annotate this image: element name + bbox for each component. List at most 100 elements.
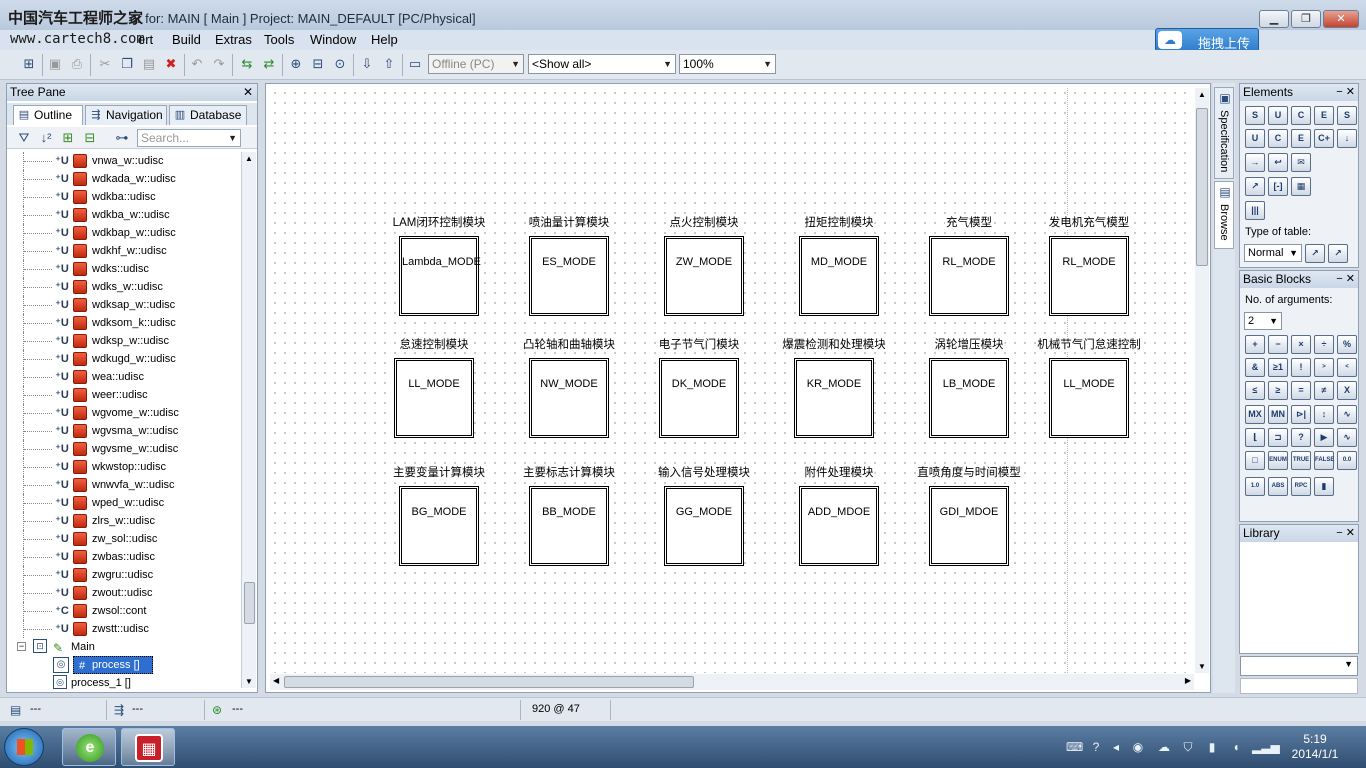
one-block-button[interactable]: 1.0 — [1245, 477, 1265, 496]
binoculars-icon[interactable]: ⊶ — [113, 129, 131, 147]
module-box[interactable]: RL_MODE — [929, 236, 1009, 316]
subtract-block-button[interactable]: − — [1268, 335, 1288, 354]
module-block[interactable]: 喷油量计算模块 ES_MODE — [527, 216, 611, 318]
tree-item[interactable]: ⁺U wdkhf_w::udisc — [7, 242, 241, 260]
menu-help[interactable]: Help — [371, 32, 398, 47]
element-ucont-button[interactable]: C — [1291, 106, 1311, 125]
mux-block-button[interactable]: X — [1337, 381, 1357, 400]
module-box[interactable]: GDI_MDOE — [929, 486, 1009, 566]
tree-search-input[interactable]: Search... ▼ — [137, 129, 241, 147]
abs-block-button[interactable]: ABS — [1268, 477, 1288, 496]
wave-block-button[interactable]: ∿ — [1337, 428, 1357, 447]
filter-icon[interactable]: ⛛ — [15, 129, 33, 147]
element-array-button[interactable]: ▦ — [1291, 177, 1311, 196]
tree-item[interactable]: ⁺U zlrs_w::udisc — [7, 512, 241, 530]
divide-block-button[interactable]: ÷ — [1314, 335, 1334, 354]
element-enum-button[interactable]: S — [1337, 106, 1357, 125]
tree-item[interactable]: ⁺U wdkba_w::udisc — [7, 206, 241, 224]
element-e2-button[interactable]: C+ — [1314, 129, 1334, 148]
zoom-select[interactable]: 100% ▼ — [679, 54, 776, 74]
element-send-button[interactable]: [-] — [1268, 177, 1288, 196]
rpc-block-button[interactable]: RPC — [1291, 477, 1311, 496]
false-block-button[interactable]: FALSE — [1314, 451, 1334, 470]
and-block-button[interactable]: & — [1245, 358, 1265, 377]
experiment-target-select[interactable]: Offline (PC) ▼ — [428, 54, 524, 74]
navigate-back-icon[interactable]: ⇆ — [238, 55, 256, 73]
delay-block-button[interactable]: ⊐ — [1268, 428, 1288, 447]
collapse-all-icon[interactable]: ⊟ — [81, 129, 99, 147]
tree-item[interactable]: ⁺U zw_sol::udisc — [7, 530, 241, 548]
enum-block-button[interactable]: ENUM — [1268, 451, 1288, 470]
undo-icon[interactable]: ↶ — [188, 55, 206, 73]
tree-scroll-thumb[interactable] — [244, 582, 255, 624]
tree-item[interactable]: ⁺U wgvome_w::udisc — [7, 404, 241, 422]
module-block[interactable]: 主要标志计算模块 BB_MODE — [522, 466, 616, 568]
tree-item[interactable]: ⁺U wdks::udisc — [7, 260, 241, 278]
system-clock[interactable]: 5:19 2014/1/1 — [1280, 732, 1350, 762]
element-receive-button[interactable]: ↗ — [1245, 177, 1265, 196]
less-block-button[interactable]: < — [1337, 358, 1357, 377]
module-box[interactable]: BB_MODE — [529, 486, 609, 566]
module-box[interactable]: LL_MODE — [394, 358, 474, 438]
element-sdisc-button[interactable]: S — [1245, 106, 1265, 125]
element-out-button[interactable]: ↩ — [1268, 153, 1288, 172]
true-block-button[interactable]: TRUE — [1291, 451, 1311, 470]
hierarchy-icon[interactable]: ⊟ — [309, 55, 327, 73]
canvas-vscroll-thumb[interactable] — [1196, 108, 1208, 266]
module-block[interactable]: LAM闭环控制模块 Lambda_MODE — [391, 216, 487, 318]
block-block-button[interactable]: □ — [1245, 451, 1265, 470]
library-select[interactable]: ▼ — [1240, 656, 1358, 676]
module-box[interactable]: LL_MODE — [1049, 358, 1129, 438]
tree-item[interactable]: ⁺U zwbas::udisc — [7, 548, 241, 566]
tree-item[interactable]: ⁺C zwsol::cont — [7, 602, 241, 620]
table-chart-button[interactable]: ↗ — [1305, 244, 1325, 263]
shield-icon[interactable]: ⛉ — [1180, 739, 1196, 755]
module-block[interactable]: 发电机充气模型 RL_MODE — [1047, 216, 1131, 318]
device-icon[interactable]: ▮ — [1204, 739, 1220, 755]
tree-item[interactable]: ⁺U vnwa_w::udisc — [7, 152, 241, 170]
redo-icon[interactable]: ↷ — [210, 55, 228, 73]
tab-browse[interactable]: ▤ Browse — [1214, 181, 1234, 249]
menu-extras[interactable]: Extras — [215, 32, 252, 47]
tab-database[interactable]: ▥ Database — [169, 105, 247, 125]
print-icon[interactable]: ⎙ — [68, 55, 86, 73]
tree-item-process[interactable]: ◎ process_1 [] — [7, 674, 241, 692]
tree-item[interactable]: ⁺U zwgru::udisc — [7, 566, 241, 584]
tree-item[interactable]: ⁺U wea::udisc — [7, 368, 241, 386]
tree-vertical-scrollbar[interactable]: ▲ ▼ — [241, 152, 256, 688]
copy-icon[interactable]: ❐ — [118, 55, 136, 73]
module-box[interactable]: RL_MODE — [1049, 236, 1129, 316]
navigate-forward-icon[interactable]: ⇄ — [260, 55, 278, 73]
tree-item[interactable]: ⁺U wdkba::udisc — [7, 188, 241, 206]
tree-item[interactable]: ⁺U wdkada_w::udisc — [7, 170, 241, 188]
min-block-button[interactable]: MN — [1268, 405, 1288, 424]
taskbar-browser-button[interactable]: e — [62, 728, 116, 766]
canvas-vertical-scrollbar[interactable]: ▲ ▼ — [1195, 88, 1209, 673]
scroll-down-icon[interactable]: ▼ — [1198, 662, 1206, 671]
paste-icon[interactable]: ▤ — [140, 55, 158, 73]
panel-controls-icon[interactable]: − ✕ — [1336, 271, 1355, 288]
element-cplus-button[interactable]: ↓ — [1337, 129, 1357, 148]
module-block[interactable]: 爆震检测和处理模块 KR_MODE — [781, 338, 887, 440]
module-box[interactable]: GG_MODE — [664, 486, 744, 566]
tree-item[interactable]: ⁺U wped_w::udisc — [7, 494, 241, 512]
multiply-block-button[interactable]: × — [1291, 335, 1311, 354]
network-share-icon[interactable]: ◉ — [1130, 739, 1146, 755]
delete-icon[interactable]: ✖ — [162, 55, 180, 73]
module-block[interactable]: 涡轮增压模块 LB_MODE — [929, 338, 1009, 440]
module-block[interactable]: 怠速控制模块 LL_MODE — [394, 338, 474, 440]
module-box[interactable]: NW_MODE — [529, 358, 609, 438]
not-equal-block-button[interactable]: ≠ — [1314, 381, 1334, 400]
add-element-icon[interactable]: ⊕ — [287, 55, 305, 73]
modulo-block-button[interactable]: % — [1337, 335, 1357, 354]
zero-block-button[interactable]: 0.0 — [1337, 451, 1357, 470]
module-box[interactable]: Lambda_MODE — [399, 236, 481, 316]
module-box[interactable]: BG_MODE — [399, 486, 479, 566]
type-of-table-select[interactable]: Normal ▼ — [1244, 244, 1302, 262]
flipflop-block-button[interactable]: ▶ — [1314, 428, 1334, 447]
module-block[interactable]: 充气模型 RL_MODE — [929, 216, 1009, 318]
taskbar-ascet-button[interactable]: ▦ — [121, 728, 175, 766]
scroll-up-icon[interactable]: ▲ — [245, 154, 253, 163]
module-box[interactable]: ADD_MDOE — [799, 486, 879, 566]
tree-item[interactable]: ⁺U zwout::udisc — [7, 584, 241, 602]
